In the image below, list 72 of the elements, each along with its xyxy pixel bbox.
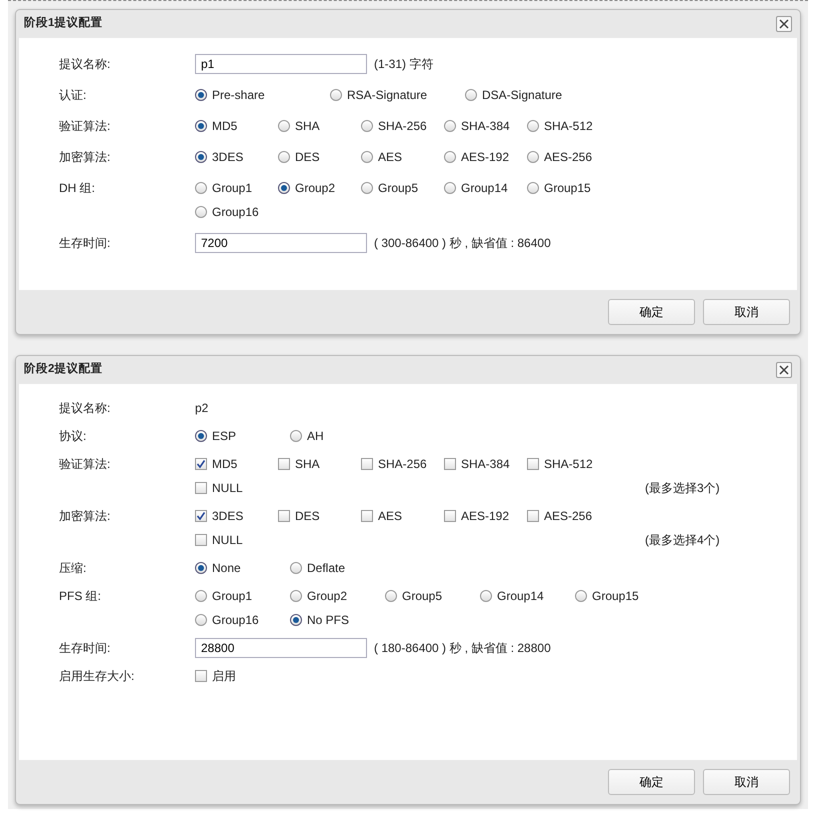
option-label: Group2 bbox=[307, 588, 348, 605]
field-label: 加密算法: bbox=[59, 508, 112, 525]
option-label: AES-192 bbox=[461, 508, 510, 525]
option-label: Group5 bbox=[402, 588, 442, 605]
note-text: (最多选择3个) bbox=[645, 480, 720, 497]
option-label: Pre-share bbox=[212, 87, 265, 104]
option-label: Group15 bbox=[592, 588, 639, 605]
text-field[interactable]: 28800 bbox=[195, 638, 367, 658]
option-label: AH bbox=[307, 428, 324, 445]
field-label: 生存时间: bbox=[59, 640, 112, 657]
dialog-button[interactable]: 取消 bbox=[703, 299, 790, 325]
option-label: MD5 bbox=[212, 456, 238, 473]
option-label: Group14 bbox=[497, 588, 544, 605]
text-field[interactable]: p1 bbox=[195, 54, 367, 74]
option-label: MD5 bbox=[212, 118, 238, 135]
option-label: Group16 bbox=[212, 612, 259, 629]
note-text: (最多选择4个) bbox=[645, 532, 720, 549]
dialog-button[interactable]: 取消 bbox=[703, 769, 790, 795]
option-label: Group5 bbox=[378, 180, 418, 197]
option-label: DES bbox=[295, 149, 320, 166]
option-label: NULL bbox=[212, 480, 243, 497]
field-label: 协议: bbox=[59, 428, 88, 445]
option-label: SHA bbox=[295, 118, 320, 135]
field-label: DH 组: bbox=[59, 180, 96, 197]
option-label: AES-256 bbox=[544, 508, 592, 525]
option-label: 3DES bbox=[212, 149, 244, 166]
option-label: DSA-Signature bbox=[482, 87, 562, 104]
field-label: 加密算法: bbox=[59, 149, 112, 166]
option-label: SHA-256 bbox=[378, 456, 427, 473]
hint-text: ( 300-86400 ) 秒 , 缺省值 : 86400 bbox=[374, 235, 551, 252]
option-label: Group16 bbox=[212, 204, 259, 221]
dialog-title: 阶段1提议配置 bbox=[24, 15, 102, 32]
option-label: AES-256 bbox=[544, 149, 592, 166]
option-label: DES bbox=[295, 508, 320, 525]
option-label: SHA bbox=[295, 456, 320, 473]
option-label: Group2 bbox=[295, 180, 336, 197]
option-label: AES bbox=[378, 149, 402, 166]
hint-text: ( 180-86400 ) 秒 , 缺省值 : 28800 bbox=[374, 640, 551, 657]
option-label: Deflate bbox=[307, 560, 346, 577]
field-label: PFS 组: bbox=[59, 588, 102, 605]
option-label: ESP bbox=[212, 428, 236, 445]
field-label: 生存时间: bbox=[59, 235, 112, 252]
dialog-title: 阶段2提议配置 bbox=[24, 361, 102, 378]
option-label: Group15 bbox=[544, 180, 591, 197]
field-label: 验证算法: bbox=[59, 456, 112, 473]
option-label: 启用 bbox=[212, 668, 236, 685]
option-label: NULL bbox=[212, 532, 243, 549]
option-label: RSA-Signature bbox=[347, 87, 428, 104]
text-field[interactable]: 7200 bbox=[195, 233, 367, 253]
field-label: 压缩: bbox=[59, 560, 88, 577]
field-label: 提议名称: bbox=[59, 56, 112, 73]
option-label: 3DES bbox=[212, 508, 244, 525]
option-label: No PFS bbox=[307, 612, 350, 629]
field-label: 提议名称: bbox=[59, 400, 112, 417]
option-label: Group1 bbox=[212, 180, 252, 197]
dialog-button[interactable]: 确定 bbox=[608, 299, 695, 325]
option-label: Group14 bbox=[461, 180, 508, 197]
option-label: SHA-512 bbox=[544, 456, 593, 473]
option-label: AES-192 bbox=[461, 149, 510, 166]
option-label: SHA-512 bbox=[544, 118, 593, 135]
option-label: None bbox=[212, 560, 241, 577]
field-value: p2 bbox=[195, 400, 210, 417]
dialog-button[interactable]: 确定 bbox=[608, 769, 695, 795]
option-label: SHA-256 bbox=[378, 118, 427, 135]
field-label: 验证算法: bbox=[59, 118, 112, 135]
field-label: 认证: bbox=[59, 87, 88, 104]
option-label: Group1 bbox=[212, 588, 252, 605]
field-label: 启用生存大小: bbox=[59, 668, 136, 685]
option-label: SHA-384 bbox=[461, 456, 510, 473]
option-label: SHA-384 bbox=[461, 118, 510, 135]
option-label: AES bbox=[378, 508, 402, 525]
hint-text: (1-31) 字符 bbox=[374, 56, 434, 73]
